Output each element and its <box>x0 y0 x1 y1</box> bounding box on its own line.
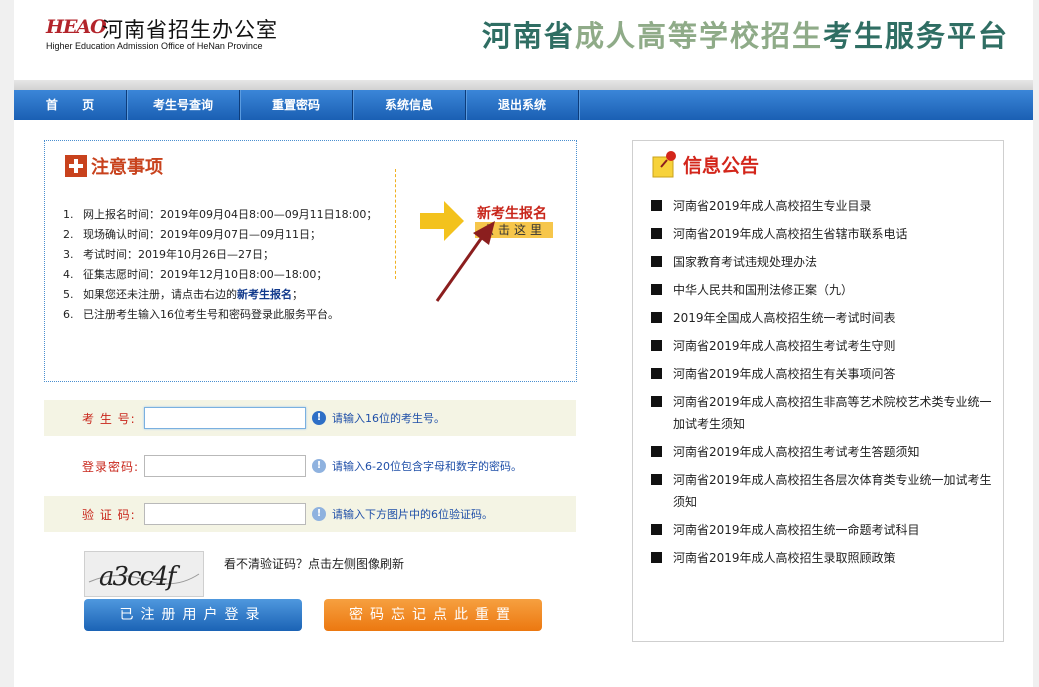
announcement-link[interactable]: 中华人民共和国刑法修正案（九） <box>651 279 1001 301</box>
captcha-text: a3cc4f <box>99 562 181 592</box>
announcement-link[interactable]: 国家教育考试违规处理办法 <box>651 251 1001 273</box>
announcement-link[interactable]: 河南省2019年成人高校招生非高等艺术院校艺术类专业统一加试考生须知 <box>651 391 1001 435</box>
site-title-part-1: 河南省 <box>482 19 576 53</box>
captcha-refresh-tip: 看不清验证码？点击左侧图像刷新 <box>224 557 405 571</box>
site-title: 河南省成人高等学校招生考生服务平台 <box>482 13 1009 55</box>
captcha-row: 验 证 码: ! 请输入下方图片中的6位验证码。 <box>44 496 576 532</box>
notice-item: 2. 现场确认时间：2019年09月07日—09月11日； <box>63 225 377 245</box>
pointer-arrow-icon <box>435 221 495 302</box>
logo-chinese-name: 河南省招生办公室 <box>102 18 278 42</box>
notice-item-text: 现场确认时间：2019年09月07日—09月11日； <box>83 228 321 241</box>
captcha-input[interactable] <box>144 503 306 525</box>
nav-system-info[interactable]: 系统信息 <box>353 90 466 120</box>
notice-item: 3. 考试时间：2019年10月26日—27日； <box>63 245 377 265</box>
password-row: 登录密码: ! 请输入6-20位包含字母和数字的密码。 <box>44 448 576 484</box>
notice-header: 注意事项 <box>65 153 163 179</box>
nav-logout[interactable]: 退出系统 <box>466 90 579 120</box>
examinee-number-hint: 请输入16位的考生号。 <box>332 412 445 425</box>
examinee-number-row: 考 生 号: ! 请输入16位的考生号。 <box>44 400 576 436</box>
captcha-label: 验 证 码: <box>82 508 136 522</box>
registered-user-login-button[interactable]: 已注册用户登录 <box>84 599 302 631</box>
notice-item-text-end: ； <box>292 288 303 301</box>
announcement-link[interactable]: 河南省2019年成人高校招生省辖市联系电话 <box>651 223 1001 245</box>
examinee-number-input[interactable] <box>144 407 306 429</box>
notice-item-number: 3. <box>63 248 74 261</box>
nav-reset-password[interactable]: 重置密码 <box>240 90 353 120</box>
notice-item-text: 已注册考生输入16位考生号和密码登录此服务平台。 <box>83 308 339 321</box>
announcement-title: 信息公告 <box>683 154 760 177</box>
announcement-list: 河南省2019年成人高校招生专业目录 河南省2019年成人高校招生省辖市联系电话… <box>651 195 1001 575</box>
nav-examinee-number-query[interactable]: 考生号查询 <box>127 90 240 120</box>
notice-item: 6. 已注册考生输入16位考生号和密码登录此服务平台。 <box>63 305 377 325</box>
password-input[interactable] <box>144 455 306 477</box>
notice-item-text: 考试时间：2019年10月26日—27日； <box>83 248 274 261</box>
notice-signup-highlight[interactable]: 新考生报名 <box>237 288 292 301</box>
notice-panel: 注意事项 1. 网上报名时间：2019年09月04日8:00—09月11日18:0… <box>44 140 577 382</box>
forgot-password-reset-button[interactable]: 密码忘记点此重置 <box>324 599 542 631</box>
info-icon: ! <box>312 507 326 521</box>
site-title-part-3: 考生服务平台 <box>823 19 1010 53</box>
notice-item-number: 6. <box>63 308 74 321</box>
header-divider <box>14 80 1033 90</box>
notice-item: 4. 征集志愿时间：2019年12月10日8:00—18:00； <box>63 265 377 285</box>
notice-item-number: 2. <box>63 228 74 241</box>
nav-home[interactable]: 首 页 <box>14 90 127 120</box>
notice-item-text: 网上报名时间：2019年09月04日8:00—09月11日18:00； <box>83 208 378 221</box>
announcement-link[interactable]: 河南省2019年成人高校招生专业目录 <box>651 195 1001 217</box>
announcement-link[interactable]: 2019年全国成人高校招生统一考试时间表 <box>651 307 1001 329</box>
main-nav: 首 页 考生号查询 重置密码 系统信息 退出系统 <box>14 90 1033 120</box>
announcement-link[interactable]: 河南省2019年成人高校招生考试考生守则 <box>651 335 1001 357</box>
examinee-number-label: 考 生 号: <box>82 412 136 426</box>
password-hint: 请输入6-20位包含字母和数字的密码。 <box>332 460 522 473</box>
notice-title: 注意事项 <box>91 157 163 178</box>
captcha-image[interactable]: a3cc4f <box>84 551 204 597</box>
notice-item: 1. 网上报名时间：2019年09月04日8:00—09月11日18:00； <box>63 205 377 225</box>
dashed-divider <box>395 169 396 279</box>
plus-cross-icon <box>65 155 87 177</box>
info-icon: ! <box>312 411 326 425</box>
password-label: 登录密码: <box>82 460 140 474</box>
notice-list: 1. 网上报名时间：2019年09月04日8:00—09月11日18:00； 2.… <box>63 205 377 325</box>
logo-english-name: Higher Education Admission Office of HeN… <box>46 41 263 51</box>
notice-item-number: 5. <box>63 288 74 301</box>
announcement-panel: 信息公告 河南省2019年成人高校招生专业目录 河南省2019年成人高校招生省辖… <box>632 140 1004 642</box>
notice-item-text: 征集志愿时间：2019年12月10日8:00—18:00； <box>83 268 328 281</box>
page: HEAO 河南省招生办公室 Higher Education Admission… <box>14 0 1033 687</box>
notice-item-number: 4. <box>63 268 74 281</box>
notice-item-text: 如果您还未注册，请点击右边的 <box>83 288 237 301</box>
captcha-hint: 请输入下方图片中的6位验证码。 <box>332 508 493 521</box>
info-icon: ! <box>312 459 326 473</box>
announcement-link[interactable]: 河南省2019年成人高校招生有关事项问答 <box>651 363 1001 385</box>
announcement-header: 信息公告 <box>651 149 759 179</box>
notice-item: 5. 如果您还未注册，请点击右边的新考生报名； <box>63 285 377 305</box>
announcement-link[interactable]: 河南省2019年成人高校招生考试考生答题须知 <box>651 441 1001 463</box>
announcement-link[interactable]: 河南省2019年成人高校招生各层次体育类专业统一加试考生须知 <box>651 469 1001 513</box>
announcement-link[interactable]: 河南省2019年成人高校招生统一命题考试科目 <box>651 519 1001 541</box>
announcement-link[interactable]: 河南省2019年成人高校招生录取照顾政策 <box>651 547 1001 569</box>
heao-logo: HEAO <box>46 16 107 38</box>
site-title-part-2: 成人高等学校招生 <box>575 19 824 53</box>
notice-item-number: 1. <box>63 208 74 221</box>
pushpin-note-icon <box>652 151 676 178</box>
